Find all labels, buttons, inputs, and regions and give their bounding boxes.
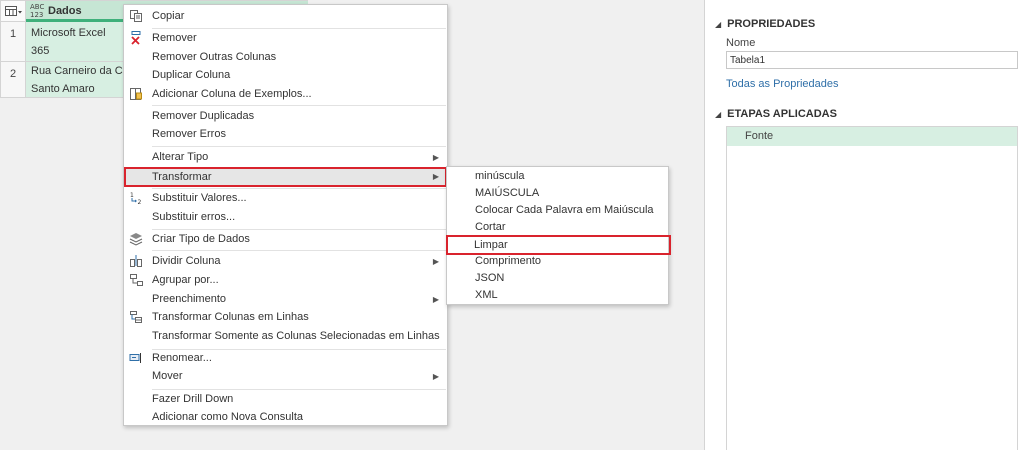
applied-step-item[interactable]: Fonte <box>727 127 1017 146</box>
menu-item-label: Remover <box>152 32 197 44</box>
applied-steps-list: Fonte <box>726 126 1018 450</box>
cell-text: Microsoft Excel <box>31 27 106 39</box>
cell-text: Santo Amaro <box>31 83 95 95</box>
menu-item-label: Fazer Drill Down <box>152 393 234 405</box>
menu-item-label: Substituir erros... <box>152 211 236 223</box>
applied-steps-title-text: ETAPAS APLICADAS <box>727 108 837 120</box>
submenu-arrow-icon: ▶ <box>432 172 439 181</box>
menu-item-label: Transformar Colunas em Linhas <box>152 311 309 323</box>
menu-item-criar-tipo-dados[interactable]: Criar Tipo de Dados <box>124 230 447 249</box>
menu-item-duplicar-coluna[interactable]: Duplicar Coluna <box>124 66 447 85</box>
table-cell[interactable]: Microsoft Excel 365 <box>26 22 126 62</box>
unpivot-icon <box>130 311 142 323</box>
menu-item-remover-erros[interactable]: Remover Erros <box>124 125 447 144</box>
menu-item-transformar-selecionadas-linhas[interactable]: Transformar Somente as Colunas Seleciona… <box>124 327 447 346</box>
menu-item-remover-outras-colunas[interactable]: Remover Outras Colunas <box>124 48 447 67</box>
properties-title-text: PROPRIEDADES <box>727 18 816 30</box>
menu-item-remover-duplicadas[interactable]: Remover Duplicadas <box>124 107 447 126</box>
submenu-arrow-icon: ▶ <box>432 153 439 162</box>
submenu-arrow-icon: ▶ <box>432 372 439 381</box>
collapse-triangle-icon: ◢ <box>715 110 722 119</box>
column-from-examples-icon <box>130 88 142 100</box>
menu-item-label: Alterar Tipo <box>152 151 209 163</box>
menu-item-label: Substituir Valores... <box>152 192 247 204</box>
menu-item-transformar-colunas-linhas[interactable]: Transformar Colunas em Linhas <box>124 308 447 327</box>
row-number: 2 <box>0 62 26 98</box>
submenu-item-cortar[interactable]: Cortar <box>447 219 668 236</box>
submenu-item-limpar[interactable]: Limpar <box>446 235 671 255</box>
menu-item-label: Preenchimento <box>152 293 226 305</box>
submenu-arrow-icon: ▶ <box>432 257 439 266</box>
svg-text:2: 2 <box>138 199 142 205</box>
text-type-icon[interactable]: ABC 123 <box>30 3 44 19</box>
applied-steps-section-title[interactable]: ◢ ETAPAS APLICADAS <box>715 108 837 120</box>
menu-separator <box>152 250 446 251</box>
properties-section-title[interactable]: ◢ PROPRIEDADES <box>715 18 815 30</box>
menu-item-label: Adicionar Coluna de Exemplos... <box>152 88 312 100</box>
menu-item-agrupar-por[interactable]: Agrupar por... <box>124 271 447 290</box>
menu-item-alterar-tipo[interactable]: Alterar Tipo ▶ <box>124 148 447 167</box>
replace-values-icon: 1 2 <box>130 192 142 205</box>
menu-item-label: Duplicar Coluna <box>152 69 231 81</box>
menu-item-copiar[interactable]: Copiar <box>124 7 447 26</box>
menu-item-dividir-coluna[interactable]: Dividir Coluna ▶ <box>124 252 447 271</box>
split-column-icon <box>130 255 142 267</box>
menu-item-label: Remover Erros <box>152 128 226 140</box>
menu-item-label: Agrupar por... <box>152 274 219 286</box>
menu-item-label: Adicionar como Nova Consulta <box>152 411 304 423</box>
submenu-item-xml[interactable]: XML <box>447 287 668 304</box>
all-properties-link[interactable]: Todas as Propriedades <box>726 78 839 90</box>
data-type-icon <box>129 233 143 246</box>
svg-text:1: 1 <box>130 192 134 199</box>
menu-item-adicionar-nova-consulta[interactable]: Adicionar como Nova Consulta <box>124 408 447 427</box>
menu-item-label: Remover Outras Colunas <box>152 51 277 63</box>
transform-submenu: minúscula MAIÚSCULA Colocar Cada Palavra… <box>446 166 671 305</box>
menu-item-substituir-valores[interactable]: 1 2 Substituir Valores... <box>124 189 447 208</box>
menu-item-adicionar-coluna-exemplos[interactable]: Adicionar Coluna de Exemplos... <box>124 85 447 104</box>
group-by-icon <box>130 274 143 286</box>
menu-item-fazer-drill-down[interactable]: Fazer Drill Down <box>124 390 447 409</box>
collapse-triangle-icon: ◢ <box>715 20 722 29</box>
table-options-button[interactable] <box>0 0 26 22</box>
submenu-item-comprimento[interactable]: Comprimento <box>447 253 668 270</box>
menu-item-label: Renomear... <box>152 352 212 364</box>
menu-item-substituir-erros[interactable]: Substituir erros... <box>124 208 447 227</box>
submenu-item-json[interactable]: JSON <box>447 270 668 287</box>
cell-text: 365 <box>31 45 50 57</box>
column-name: Dados <box>48 5 82 17</box>
menu-item-transformar[interactable]: Transformar ▶ <box>124 167 447 187</box>
name-label: Nome <box>726 37 756 49</box>
name-field[interactable] <box>726 51 1018 69</box>
cell-text: Rua Carneiro da Cunh <box>31 65 126 77</box>
menu-item-renomear[interactable]: Renomear... <box>124 349 447 368</box>
menu-item-preenchimento[interactable]: Preenchimento ▶ <box>124 290 447 309</box>
column-context-menu: Copiar Remover Remover Outras Colunas Du… <box>123 4 448 426</box>
menu-item-remover[interactable]: Remover <box>124 29 447 48</box>
remove-column-icon <box>131 31 141 45</box>
menu-item-label: Transformar <box>152 171 212 183</box>
copy-icon <box>130 10 142 22</box>
menu-item-label: Copiar <box>152 10 185 22</box>
query-settings-panel: ◢ PROPRIEDADES Nome Todas as Propriedades… <box>704 0 1024 450</box>
menu-item-label: Transformar Somente as Colunas Seleciona… <box>152 330 440 342</box>
submenu-item-maiuscula[interactable]: MAIÚSCULA <box>447 185 668 202</box>
rename-icon <box>129 353 141 363</box>
table-icon <box>5 6 22 16</box>
table-cell[interactable]: Rua Carneiro da Cunh Santo Amaro <box>26 62 126 98</box>
submenu-item-minuscula[interactable]: minúscula <box>447 168 668 185</box>
row-number: 1 <box>0 22 26 62</box>
submenu-item-colocar-cada-palavra[interactable]: Colocar Cada Palavra em Maiúscula <box>447 202 668 219</box>
menu-item-label: Remover Duplicadas <box>152 110 255 122</box>
submenu-arrow-icon: ▶ <box>432 295 439 304</box>
menu-item-label: Mover <box>152 370 183 382</box>
power-query-editor: ABC 123 Dados 1 Microsoft Excel 365 2 Rua… <box>0 0 1024 450</box>
menu-item-label: Criar Tipo de Dados <box>152 233 250 245</box>
menu-item-label: Dividir Coluna <box>152 255 221 267</box>
menu-separator <box>152 105 446 106</box>
menu-separator <box>152 146 446 147</box>
menu-item-mover[interactable]: Mover ▶ <box>124 367 447 386</box>
